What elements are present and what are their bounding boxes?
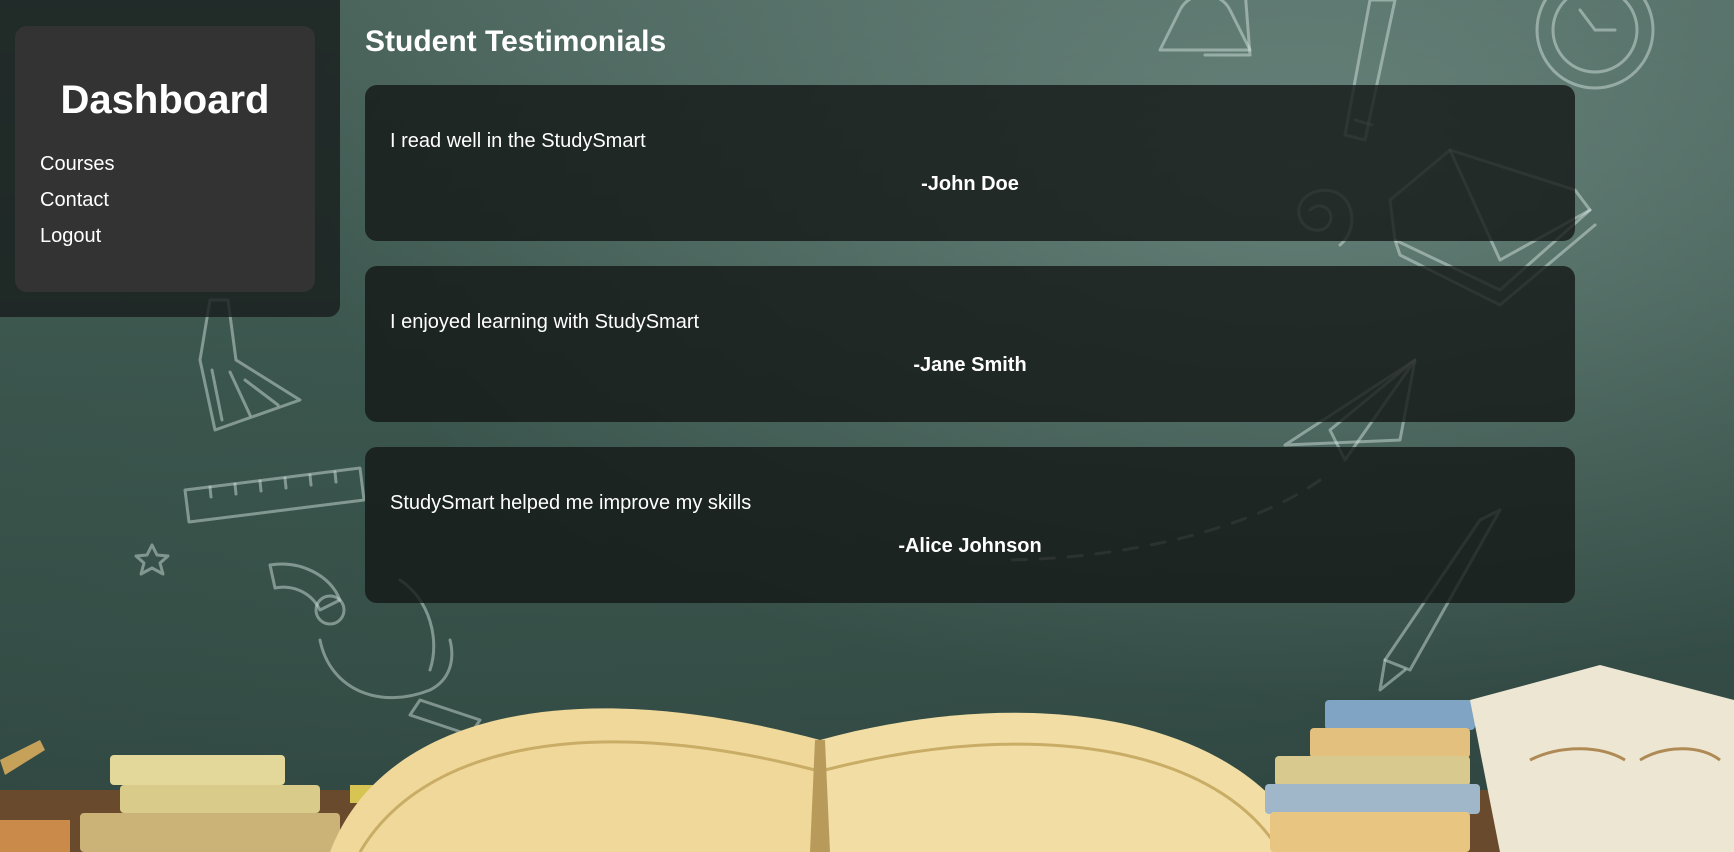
testimonial-quote: I read well in the StudySmart	[390, 130, 646, 152]
nav-link-courses[interactable]: Courses	[40, 146, 114, 182]
clock-doodle	[1535, 0, 1655, 90]
testimonial-author: -Jane Smith	[913, 354, 1027, 376]
page: Dashboard Courses Contact Logout Student…	[0, 0, 1734, 852]
brush-doodle	[198, 298, 302, 432]
sidebar-title: Dashboard	[60, 78, 270, 122]
ruler-doodle	[183, 466, 366, 524]
nav-link-contact[interactable]: Contact	[40, 182, 114, 218]
nav-link-logout[interactable]: Logout	[40, 218, 114, 254]
page-title: Student Testimonials	[365, 25, 667, 58]
testimonial-card: I read well in the StudySmart -John Doe	[365, 85, 1575, 241]
testimonial-card: StudySmart helped me improve my skills -…	[365, 447, 1575, 603]
testimonial-author: -John Doe	[921, 173, 1019, 195]
sidebar: Dashboard Courses Contact Logout	[15, 26, 315, 292]
testimonial-quote: StudySmart helped me improve my skills	[390, 492, 752, 514]
star-doodle	[134, 543, 170, 576]
testimonial-card: I enjoyed learning with StudySmart -Jane…	[365, 266, 1575, 422]
testimonial-author: -Alice Johnson	[898, 535, 1042, 557]
bell-doodle	[1158, 0, 1252, 57]
sidebar-container: Dashboard Courses Contact Logout	[0, 0, 340, 317]
books-illustration	[0, 665, 1734, 852]
sidebar-nav: Courses Contact Logout	[40, 146, 114, 254]
testimonial-quote: I enjoyed learning with StudySmart	[390, 311, 700, 333]
